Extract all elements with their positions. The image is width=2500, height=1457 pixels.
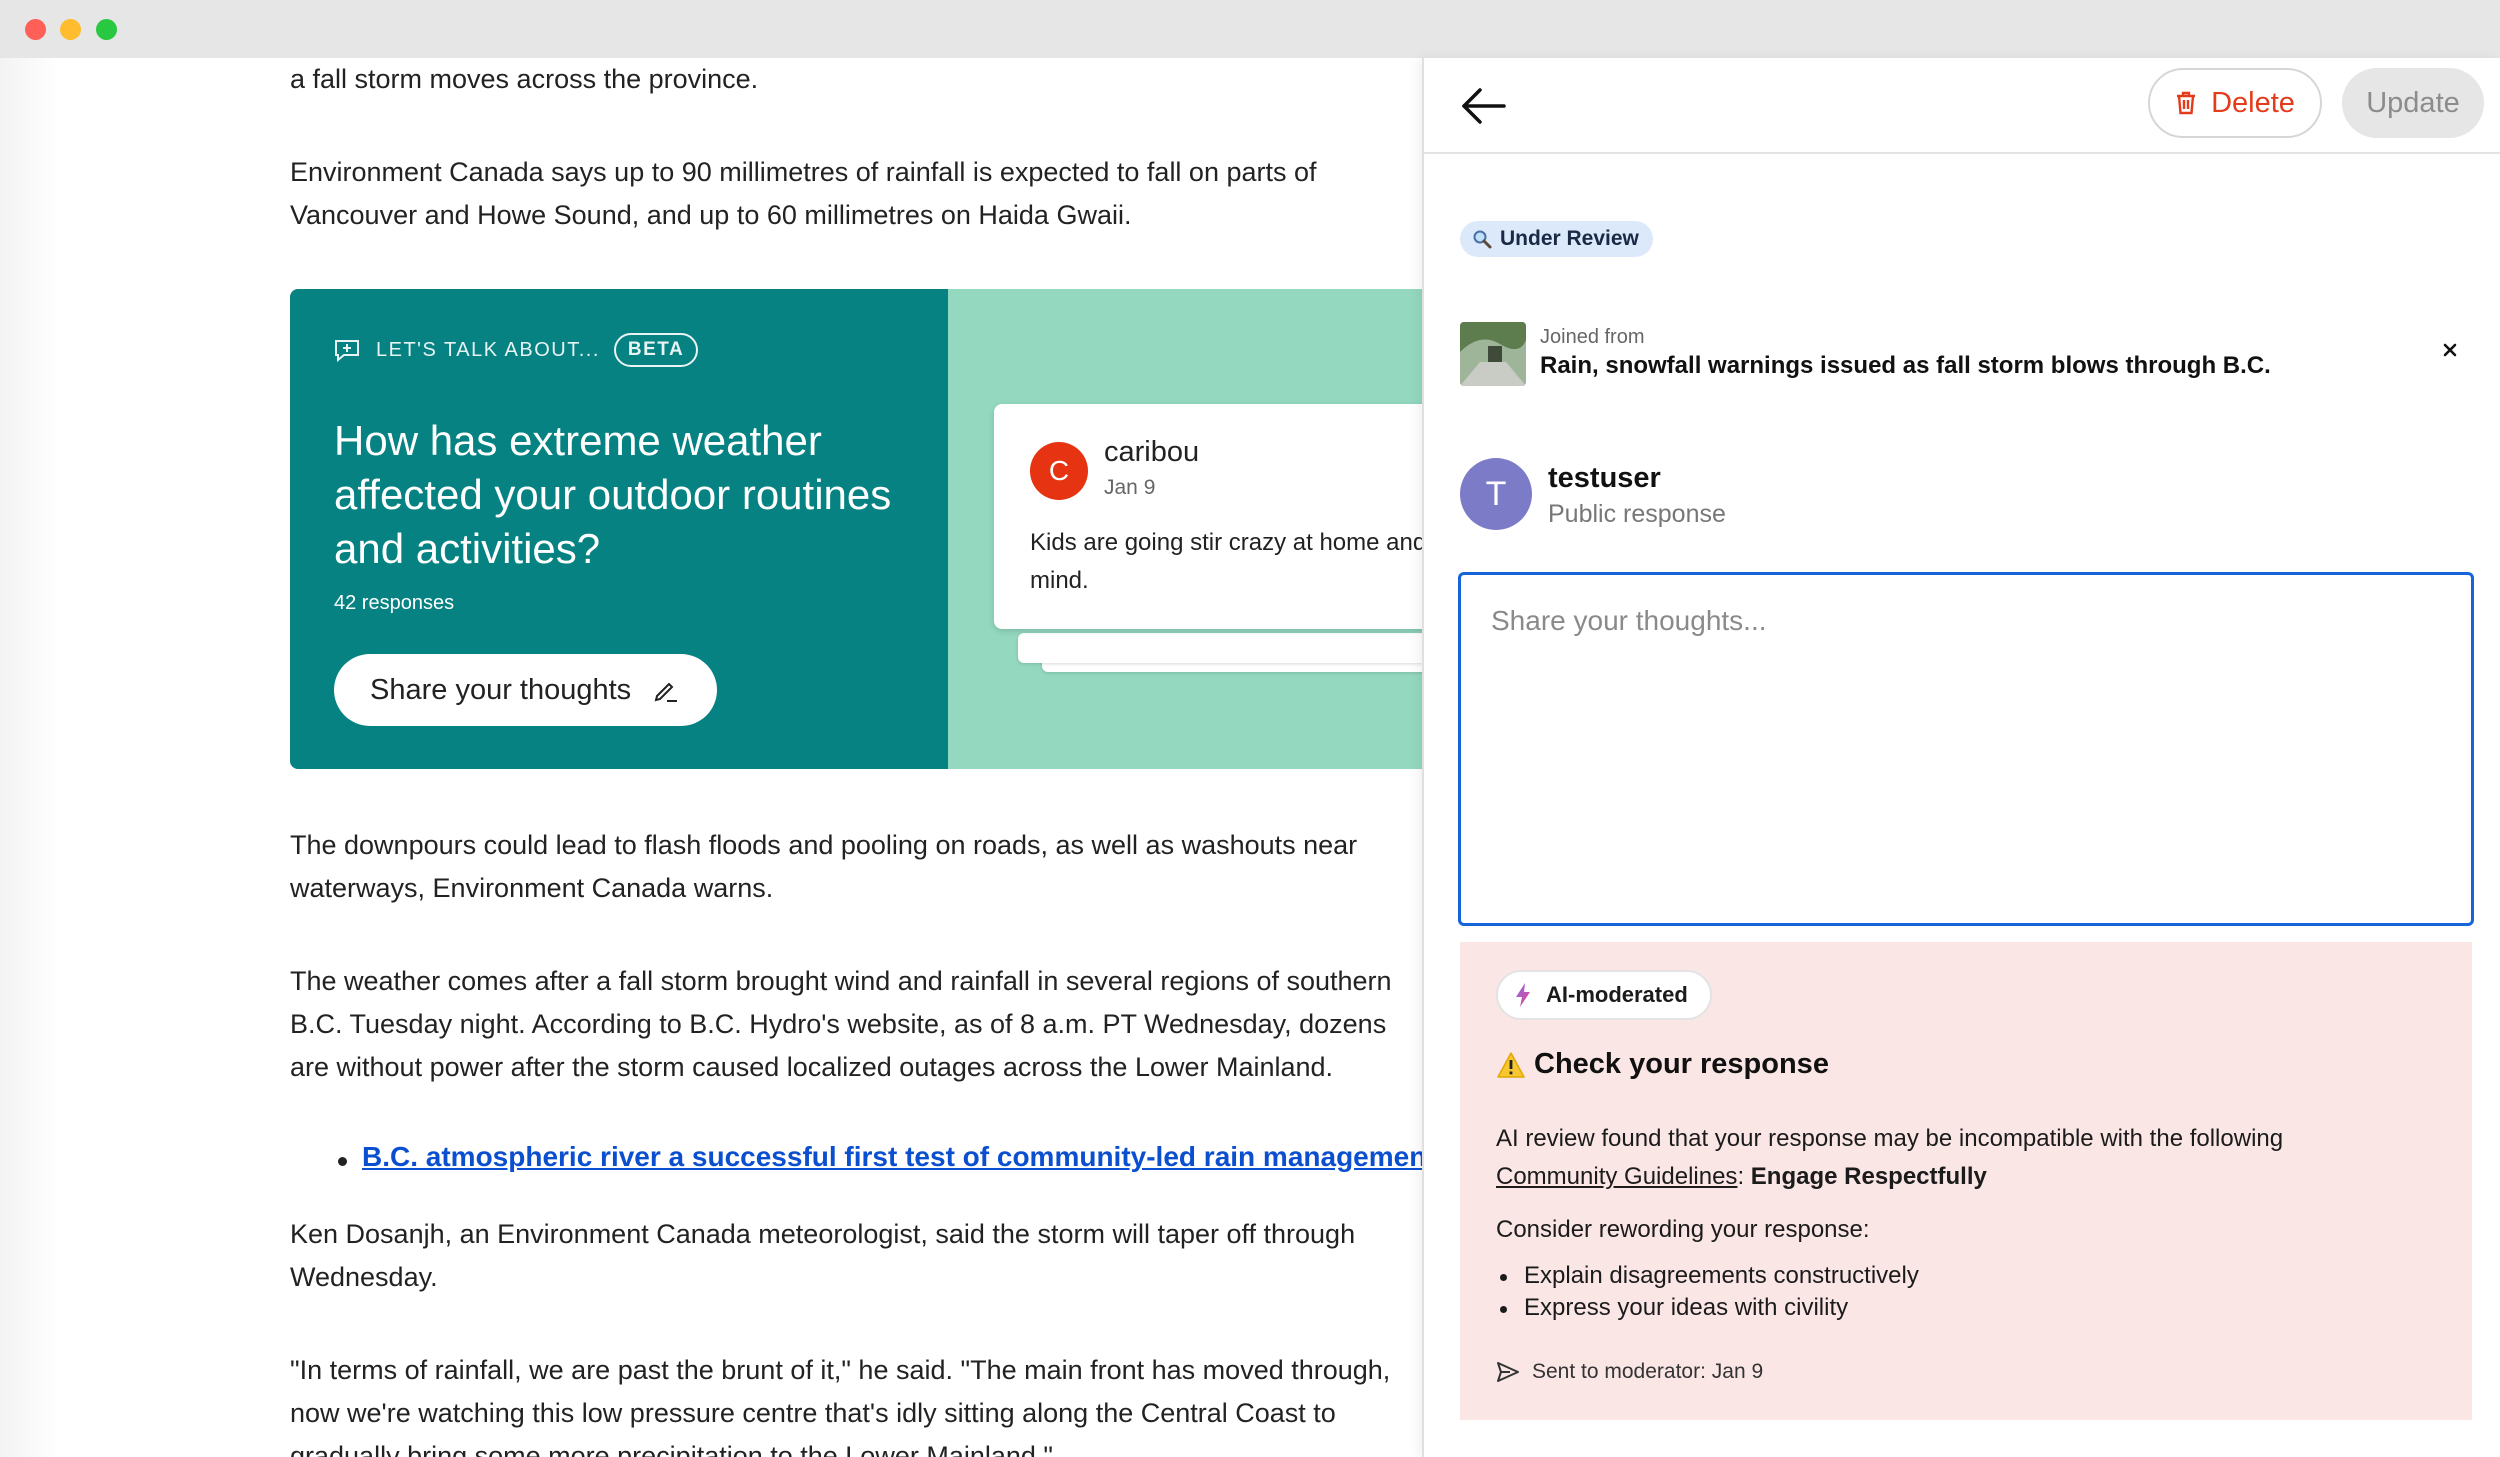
card-stack-layer: [1018, 633, 1422, 663]
article-paragraph: Vancouver and Howe Sound, and up to 60 m…: [290, 200, 1132, 230]
article-paragraph: now we're watching this low pressure cen…: [290, 1398, 1336, 1428]
send-icon: [1497, 1362, 1519, 1382]
bullet-point: [338, 1157, 347, 1166]
sent-to-moderator-label: Sent to moderator: Jan 9: [1532, 1360, 1764, 1383]
moderation-notice: AI-moderated Check your response AI revi…: [1460, 942, 2472, 1420]
warning-icon: [1497, 1051, 1525, 1078]
magnifier-icon: [1473, 230, 1492, 249]
article-paragraph: The weather comes after a fall storm bro…: [290, 966, 1392, 996]
response-visibility: Public response: [1548, 500, 1726, 528]
response-card-stack: C caribou Jan 9 Kids are going stir craz…: [994, 404, 1422, 672]
list-item: Explain disagreements constructively: [1496, 1260, 1919, 1292]
widget-question: How has extreme weather affected your ou…: [334, 417, 892, 572]
ai-moderated-label: AI-moderated: [1546, 982, 1688, 1007]
update-label: Update: [2366, 86, 2460, 119]
widget-kicker: LET'S TALK ABOUT... BETA: [334, 333, 699, 367]
response-card[interactable]: C caribou Jan 9 Kids are going stir craz…: [994, 404, 1422, 629]
community-guidelines-link[interactable]: Community Guidelines: [1496, 1163, 1737, 1190]
chat-plus-icon: [335, 340, 359, 362]
check-response-heading: Check your response: [1496, 1048, 1829, 1081]
widget-response-preview: C caribou Jan 9 Kids are going stir craz…: [948, 289, 1422, 769]
reword-tips-list: Explain disagreements constructively Exp…: [1496, 1260, 1919, 1324]
article-paragraph: Wednesday.: [290, 1262, 438, 1292]
share-thoughts-button[interactable]: Share your thoughts: [334, 654, 717, 726]
joined-from-label: Joined from: [1540, 326, 1645, 348]
article-paragraph: "In terms of rainfall, we are past the b…: [290, 1355, 1391, 1385]
joined-from-article: Joined from Rain, snowfall warnings issu…: [1460, 320, 2480, 386]
response-date: Jan 9: [1104, 476, 1156, 499]
close-window-button[interactable]: [25, 19, 46, 40]
article-content: a fall storm moves across the province. …: [0, 58, 1422, 1457]
article-paragraph: gradually bring some more precipitation …: [290, 1441, 1053, 1457]
update-button[interactable]: Update: [2342, 68, 2484, 138]
maximize-window-button[interactable]: [96, 19, 117, 40]
lets-talk-widget: LET'S TALK ABOUT... BETA How has extreme…: [290, 289, 1422, 769]
lightning-icon: [1516, 983, 1530, 1007]
moderation-message: AI review found that your response may b…: [1496, 1120, 2436, 1196]
arrow-left-icon: [1462, 88, 1506, 124]
widget-response-count: 42 responses: [334, 592, 455, 614]
widget-question-panel: LET'S TALK ABOUT... BETA How has extreme…: [290, 289, 948, 769]
window-titlebar: [0, 0, 2500, 58]
close-icon: [2443, 343, 2457, 357]
article-paragraph: Environment Canada says up to 90 millime…: [290, 157, 1317, 187]
status-badge: Under Review: [1460, 221, 1653, 257]
article-paragraph: B.C. Tuesday night. According to B.C. Hy…: [290, 1009, 1387, 1039]
back-button[interactable]: [1458, 83, 1508, 129]
avatar: T: [1460, 458, 1532, 530]
list-item: Express your ideas with civility: [1496, 1292, 1919, 1324]
response-textarea[interactable]: [1458, 572, 2474, 926]
related-article-link[interactable]: B.C. atmospheric river a successful firs…: [362, 1141, 1422, 1173]
guideline-name: Engage Respectfully: [1750, 1163, 1987, 1190]
panel-header: Delete Update: [1424, 58, 2500, 154]
username: testuser: [1548, 462, 1661, 494]
delete-label: Delete: [2211, 86, 2295, 119]
share-thoughts-label: Share your thoughts: [370, 673, 632, 706]
article-paragraph: are without power after the storm caused…: [290, 1052, 1334, 1082]
reword-intro: Consider rewording your response:: [1496, 1216, 1870, 1243]
joined-article-title[interactable]: Rain, snowfall warnings issued as fall s…: [1540, 352, 2271, 380]
pencil-icon: [654, 682, 678, 702]
article-paragraph: waterways, Environment Canada warns.: [290, 873, 774, 903]
trash-icon: [2177, 91, 2196, 115]
response-editor-panel: Delete Update Under Review Joined from R…: [1422, 58, 2500, 1457]
ai-moderated-badge: AI-moderated: [1496, 970, 1712, 1020]
response-text: Kids are going stir crazy at home and I'…: [1030, 529, 1422, 594]
delete-button[interactable]: Delete: [2148, 68, 2322, 138]
widget-kicker-label: LET'S TALK ABOUT...: [376, 338, 600, 361]
status-badge-label: Under Review: [1500, 227, 1639, 250]
minimize-window-button[interactable]: [60, 19, 81, 40]
response-username: caribou: [1104, 436, 1200, 468]
moderation-message-text: AI review found that your response may b…: [1496, 1125, 2284, 1152]
article-paragraph: The downpours could lead to flash floods…: [290, 830, 1358, 860]
beta-badge: BETA: [613, 333, 699, 367]
article-thumbnail: [1460, 322, 1526, 386]
dismiss-button[interactable]: [2436, 336, 2464, 364]
article-paragraph: Ken Dosanjh, an Environment Canada meteo…: [290, 1219, 1356, 1249]
guideline-separator: :: [1737, 1163, 1745, 1190]
sent-to-moderator: Sent to moderator: Jan 9: [1496, 1360, 1763, 1384]
article-paragraph: a fall storm moves across the province.: [290, 64, 759, 94]
check-response-title: Check your response: [1534, 1048, 1829, 1080]
avatar: C: [1030, 442, 1088, 500]
